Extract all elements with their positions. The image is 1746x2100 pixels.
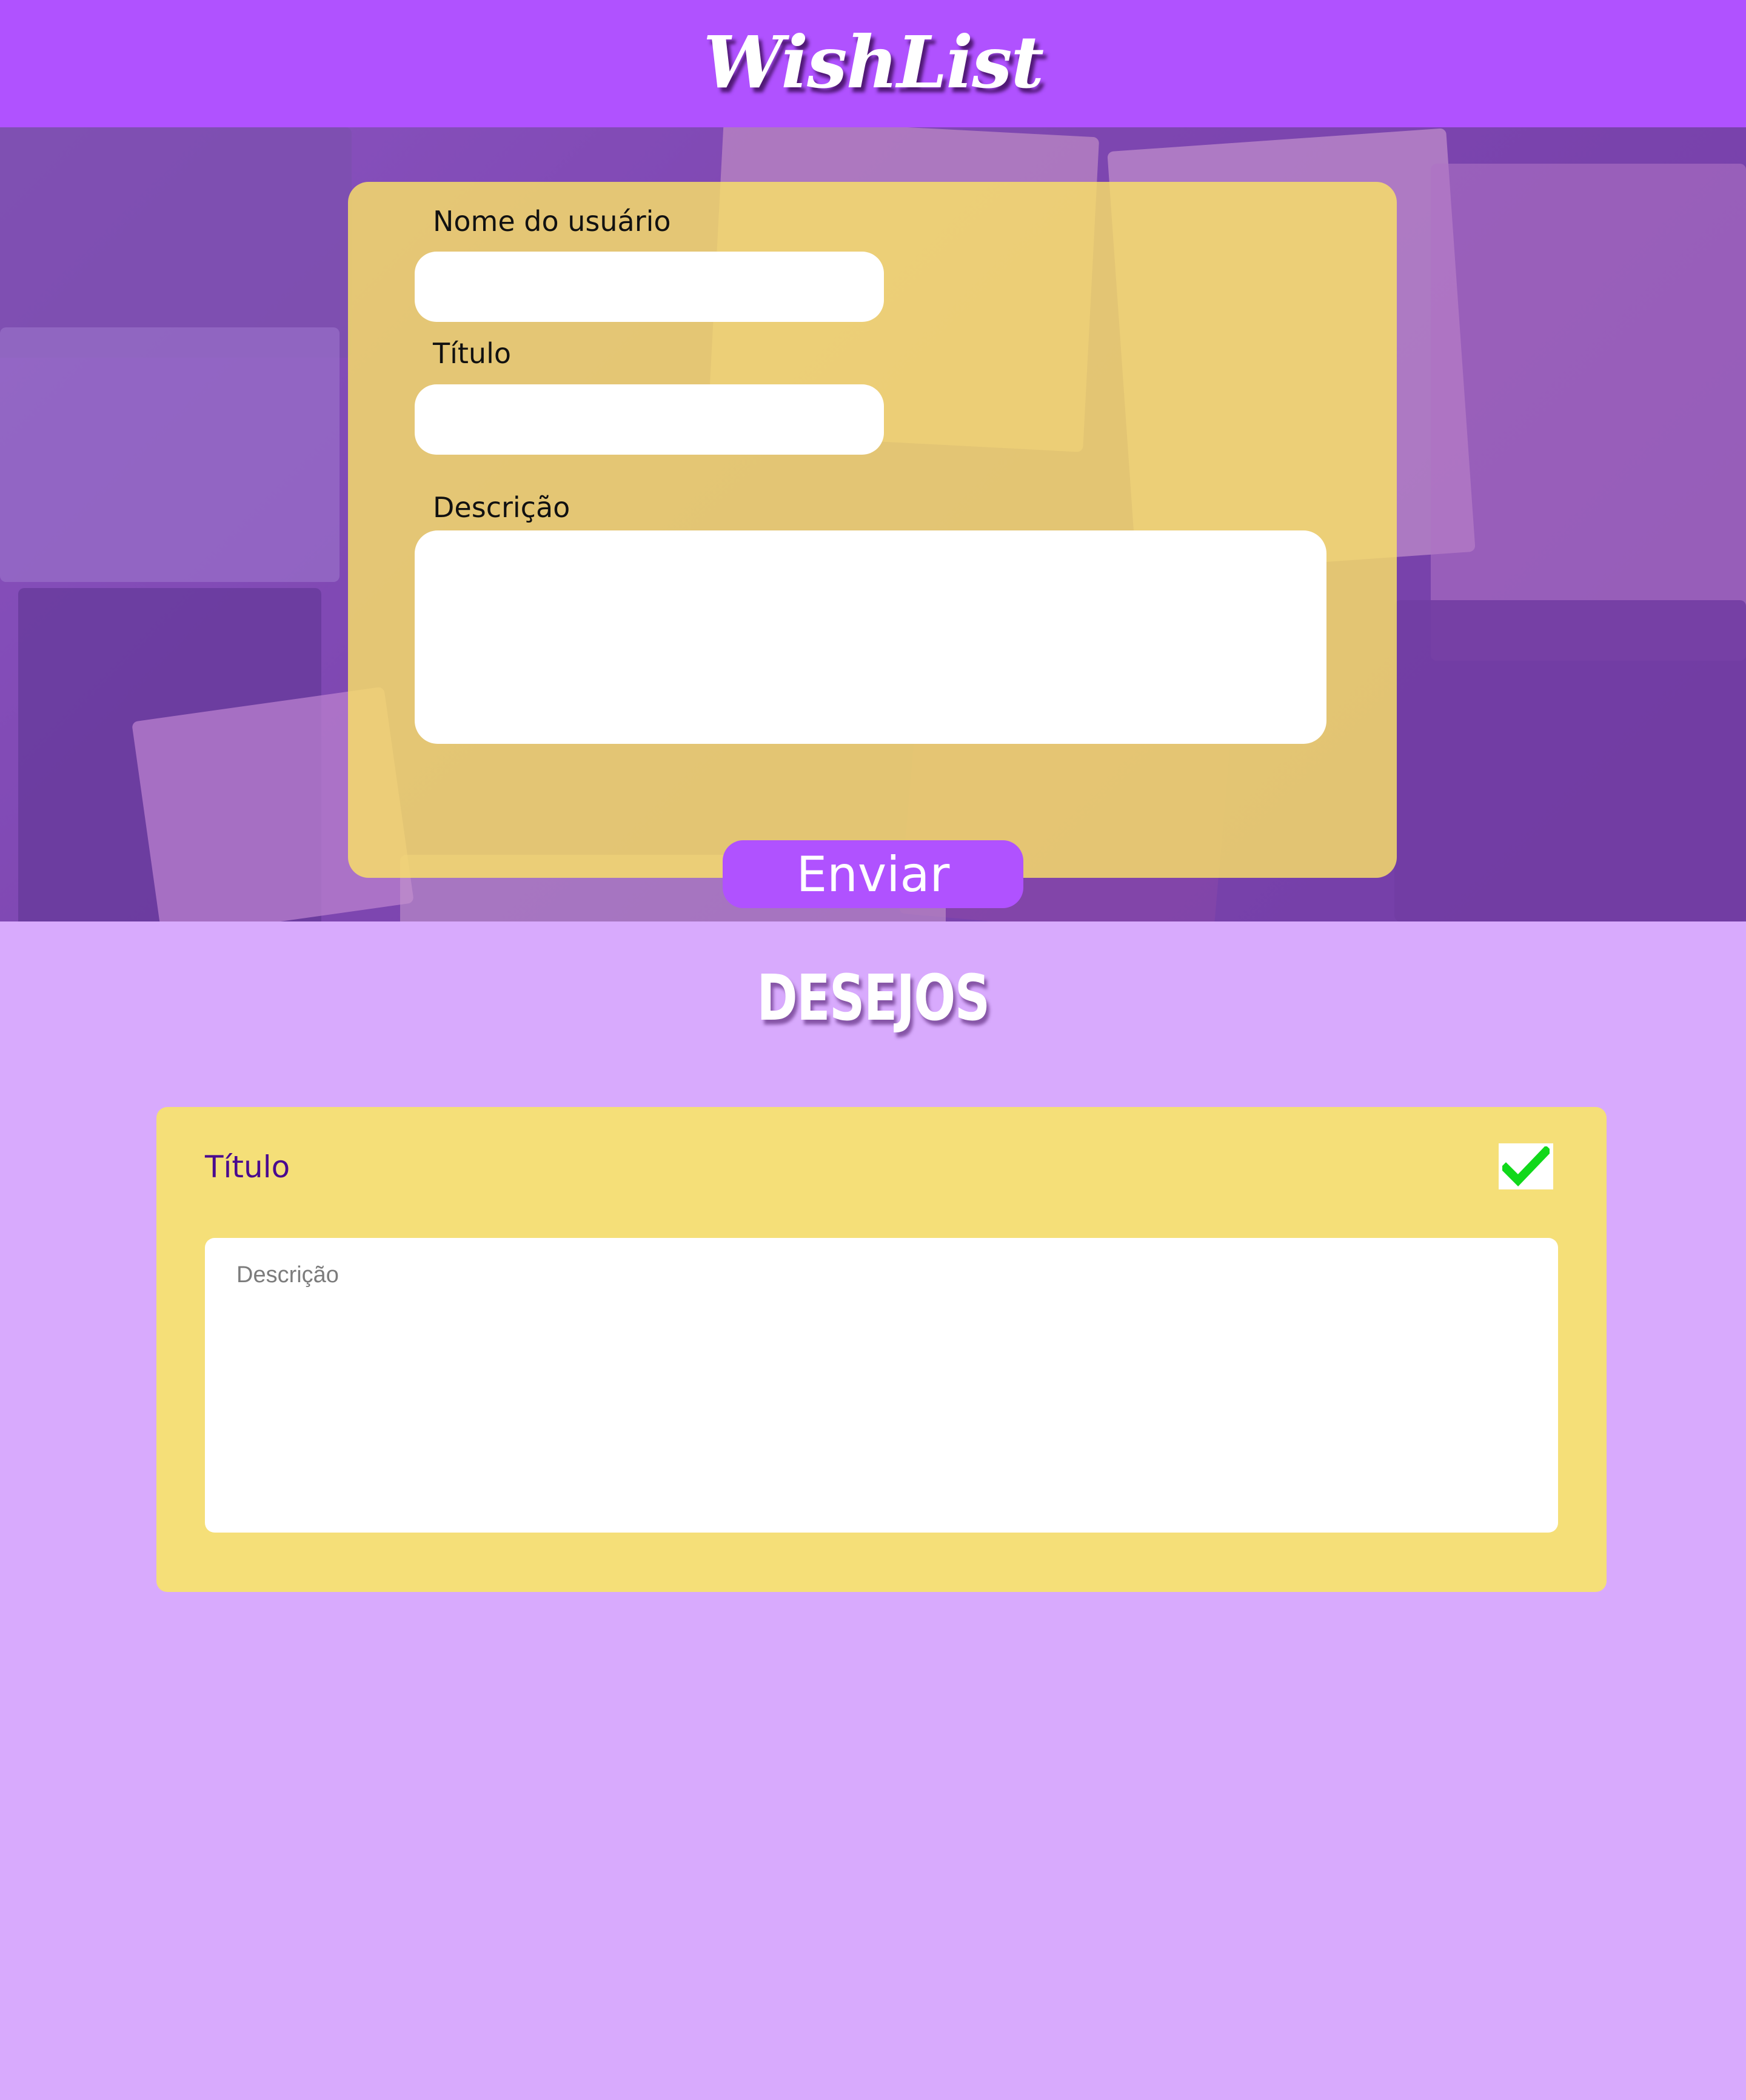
done-checkbox[interactable] — [1499, 1143, 1553, 1189]
username-input[interactable] — [415, 252, 884, 322]
app-logo: WishList — [703, 19, 1044, 104]
wishes-section-title: DESEJOS — [757, 961, 990, 1035]
app-header: WishList — [0, 0, 1746, 127]
title-input[interactable] — [415, 384, 884, 455]
wish-title: Título — [205, 1149, 290, 1185]
title-label: Título — [433, 337, 511, 370]
username-label: Nome do usuário — [433, 205, 671, 238]
check-icon — [1502, 1146, 1550, 1186]
hero-section: Nome do usuário Título Descrição Enviar — [0, 127, 1746, 921]
description-label: Descrição — [433, 491, 570, 524]
description-input[interactable] — [415, 530, 1326, 744]
wish-card: Título — [156, 1107, 1607, 1592]
wish-description-input[interactable] — [205, 1238, 1558, 1533]
wish-form: Nome do usuário Título Descrição Enviar — [348, 182, 1397, 908]
send-button[interactable]: Enviar — [723, 840, 1023, 908]
